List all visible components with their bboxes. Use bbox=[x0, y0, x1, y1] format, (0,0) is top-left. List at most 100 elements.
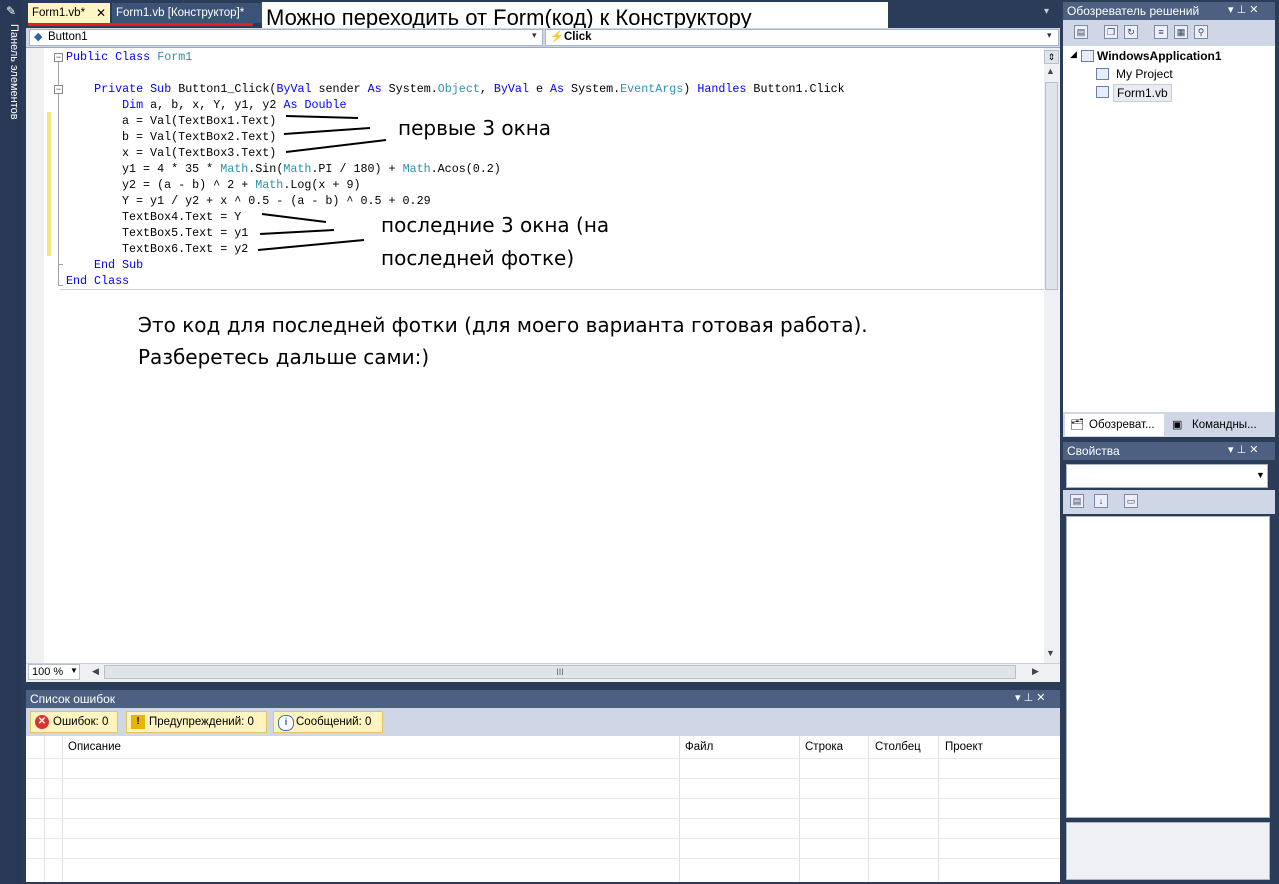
horizontal-scroll-thumb[interactable]: III bbox=[104, 665, 1016, 679]
member-dropdown[interactable]: Click bbox=[545, 29, 1059, 46]
table-row bbox=[26, 758, 1060, 759]
column-header-line[interactable]: Строка bbox=[805, 736, 843, 758]
code-line[interactable]: End Class bbox=[66, 273, 129, 289]
code-text: e bbox=[528, 82, 551, 96]
my-project-icon bbox=[1096, 68, 1109, 80]
object-dropdown[interactable]: Button1 bbox=[29, 29, 543, 46]
code-line[interactable]: Private Sub Button1_Click(ByVal sender A… bbox=[66, 81, 845, 97]
table-row bbox=[26, 798, 1060, 799]
procedure-divider bbox=[60, 289, 1044, 290]
view-designer-icon[interactable]: ▦ bbox=[1174, 25, 1188, 39]
class-diagram-icon[interactable]: ⚲ bbox=[1194, 25, 1208, 39]
scroll-down-icon[interactable]: ▼ bbox=[1046, 648, 1055, 658]
annotation-stroke bbox=[285, 139, 387, 153]
annotation-stroke bbox=[261, 213, 327, 223]
project-icon bbox=[1081, 50, 1094, 62]
column-header-description[interactable]: Описание bbox=[68, 736, 121, 758]
chevron-down-icon[interactable]: ▼ bbox=[1256, 470, 1265, 480]
type-name: Math bbox=[402, 162, 431, 176]
toolbox-label[interactable]: Панель элементов bbox=[2, 24, 20, 134]
tab-form1-code[interactable]: Form1.vb* ✕ bbox=[28, 3, 110, 23]
property-pages-icon[interactable]: ▭ bbox=[1124, 494, 1138, 508]
tree-item-form1[interactable]: Form1.vb bbox=[1113, 84, 1172, 102]
tab-label: Form1.vb* bbox=[32, 7, 86, 19]
show-all-files-icon[interactable]: ❐ bbox=[1104, 25, 1118, 39]
code-text: y2 = (a - b) ^ 2 + bbox=[122, 178, 256, 192]
code-text: ) bbox=[683, 82, 698, 96]
type-name: Math bbox=[220, 162, 249, 176]
code-text: System. bbox=[381, 82, 438, 96]
collapse-icon[interactable]: − bbox=[54, 85, 63, 94]
indicator-margin bbox=[26, 48, 44, 663]
tab-form1-designer[interactable]: Form1.vb [Конструктор]* bbox=[112, 3, 262, 23]
outline-line bbox=[58, 285, 63, 286]
property-description bbox=[1066, 822, 1270, 880]
scroll-left-icon[interactable]: ◀ bbox=[92, 666, 99, 677]
tree-item-my-project[interactable]: My Project bbox=[1116, 66, 1173, 82]
alphabetical-icon[interactable]: ↓ bbox=[1094, 494, 1108, 508]
form-file-icon bbox=[1096, 86, 1109, 98]
annotation-bottom-2: Разберетесь дальше сами:) bbox=[138, 345, 430, 369]
scroll-right-icon[interactable]: ▶ bbox=[1032, 666, 1039, 677]
type-name: EventArgs bbox=[620, 82, 684, 96]
refresh-icon[interactable]: ↻ bbox=[1124, 25, 1138, 39]
panel-controls[interactable]: ▾ ⊥ ✕ bbox=[1228, 3, 1258, 16]
keyword: As bbox=[367, 82, 382, 96]
keyword: ByVal bbox=[276, 82, 312, 96]
splitter-icon[interactable]: ⇕ bbox=[1044, 50, 1059, 64]
code-text: Button1_Click( bbox=[171, 82, 277, 96]
error-list-title: Список ошибок bbox=[26, 690, 1060, 708]
keyword: ByVal bbox=[493, 82, 529, 96]
tree-item-project[interactable]: WindowsApplication1 bbox=[1097, 48, 1222, 64]
categorized-icon[interactable]: ▤ bbox=[1070, 494, 1084, 508]
table-row bbox=[26, 838, 1060, 839]
table-row bbox=[26, 778, 1060, 779]
scroll-up-icon[interactable]: ▲ bbox=[1046, 66, 1055, 76]
code-line[interactable]: End Sub bbox=[94, 257, 143, 273]
chevron-down-icon[interactable]: ▼ bbox=[70, 666, 78, 675]
messages-filter-button[interactable]: i Сообщений: 0 bbox=[273, 711, 383, 733]
object-selector[interactable] bbox=[1066, 464, 1268, 488]
code-text: System. bbox=[564, 82, 621, 96]
code-line[interactable]: TextBox4.Text = Y bbox=[122, 209, 241, 225]
code-line[interactable]: TextBox6.Text = y2 bbox=[122, 241, 248, 257]
code-line[interactable]: Public Class Form1 bbox=[66, 49, 192, 65]
column-header-column[interactable]: Столбец bbox=[875, 736, 921, 758]
table-row bbox=[26, 818, 1060, 819]
event-icon: ⚡ bbox=[550, 31, 564, 43]
chevron-down-icon[interactable]: ▾ bbox=[1047, 30, 1052, 41]
tab-team-explorer[interactable]: Командны... bbox=[1168, 414, 1273, 436]
outline-line bbox=[58, 264, 63, 265]
properties-grid[interactable] bbox=[1066, 516, 1270, 818]
annotation-last-three-2: последней фотке) bbox=[381, 246, 575, 270]
panel-controls[interactable]: ▾ ⊥ ✕ bbox=[1228, 443, 1258, 456]
keyword: Public Class bbox=[66, 50, 151, 64]
vertical-scroll-thumb[interactable] bbox=[1045, 82, 1058, 290]
code-line[interactable]: TextBox5.Text = y1 bbox=[122, 225, 248, 241]
collapse-icon[interactable]: − bbox=[54, 53, 63, 62]
wrench-icon[interactable]: ✎ bbox=[4, 4, 18, 18]
keyword: As bbox=[550, 82, 565, 96]
view-code-icon[interactable]: ≡ bbox=[1154, 25, 1168, 39]
annotation-last-three-1: последние 3 окна (на bbox=[381, 213, 610, 237]
panel-controls[interactable]: ▾ ⊥ ✕ bbox=[1015, 691, 1045, 704]
collapse-icon[interactable]: ◢ bbox=[1070, 49, 1077, 60]
close-icon[interactable]: ✕ bbox=[96, 3, 106, 23]
code-text: .Acos(0.2) bbox=[430, 162, 501, 176]
annotation-stroke bbox=[257, 239, 365, 251]
properties-icon[interactable]: ▤ bbox=[1074, 25, 1088, 39]
type-name: Object bbox=[437, 82, 480, 96]
chevron-down-icon[interactable]: ▾ bbox=[532, 30, 537, 41]
tab-list-arrow-icon[interactable]: ▾ bbox=[1044, 6, 1049, 17]
warnings-filter-button[interactable]: ! Предупреждений: 0 bbox=[126, 711, 267, 733]
column-header-file[interactable]: Файл bbox=[685, 736, 713, 758]
code-text: Button1.Click bbox=[746, 82, 845, 96]
error-icon: ✕ bbox=[35, 715, 49, 729]
outline-line bbox=[58, 62, 59, 286]
errors-filter-button[interactable]: ✕ Ошибок: 0 bbox=[30, 711, 118, 733]
annotation-stroke bbox=[285, 115, 359, 119]
solution-explorer-toolbar bbox=[1063, 20, 1275, 46]
solution-explorer-icon: 🗂 bbox=[1070, 419, 1084, 431]
column-header-project[interactable]: Проект bbox=[945, 736, 983, 758]
keyword: Private Sub bbox=[94, 82, 172, 96]
